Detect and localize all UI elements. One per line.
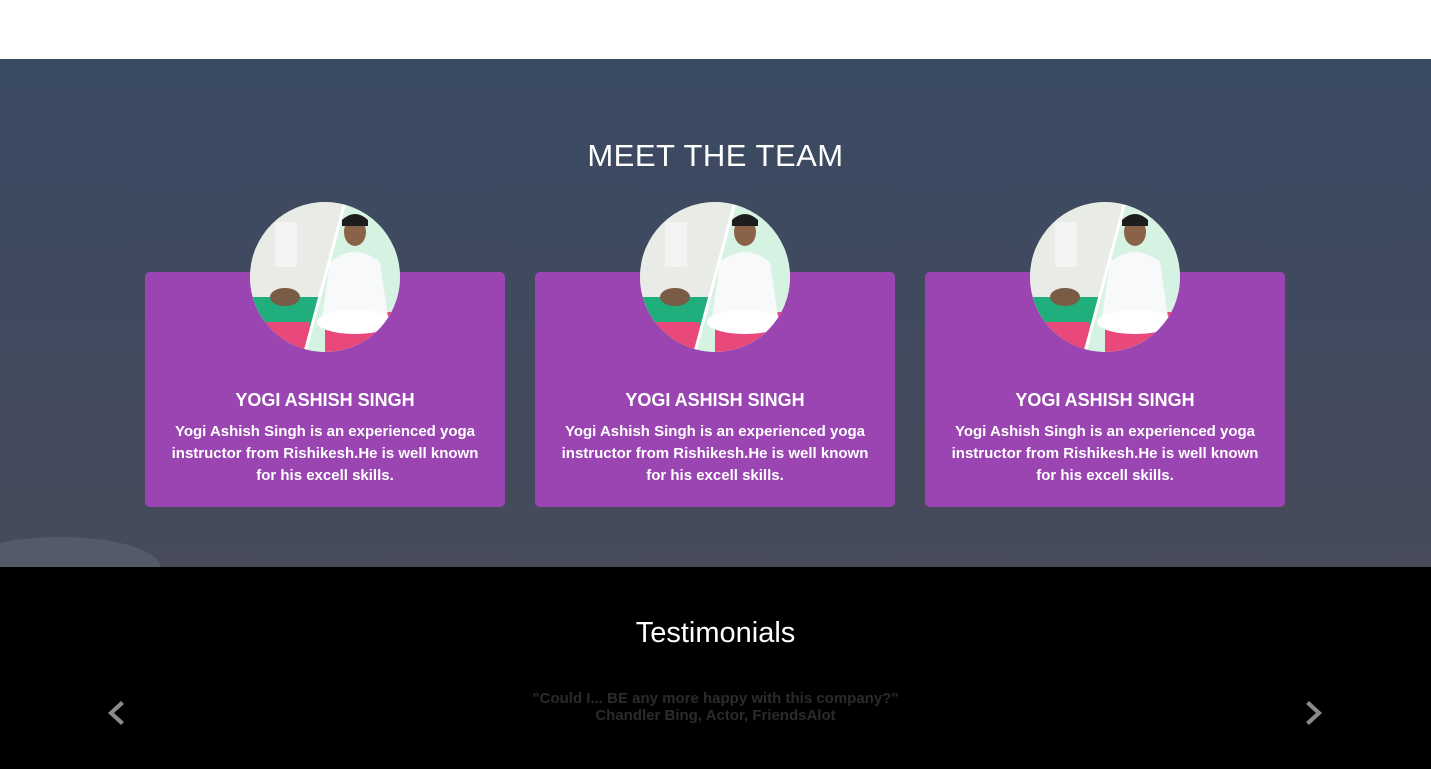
testimonial-author: Chandler Bing, Actor, FriendsAlot <box>595 707 836 724</box>
background-decoration <box>0 537 160 567</box>
meet-the-team-section: MEET THE TEAM YOGI ASHISH SINGH Yogi Ash… <box>0 59 1431 567</box>
chevron-right-icon <box>1306 701 1322 725</box>
team-member-photo <box>640 202 790 352</box>
team-member-photo <box>250 202 400 352</box>
team-member-bio: Yogi Ashish Singh is an experienced yoga… <box>951 423 1259 484</box>
team-member-card: YOGI ASHISH SINGH Yogi Ashish Singh is a… <box>925 202 1285 507</box>
team-member-photo <box>1030 202 1180 352</box>
testimonials-section: Testimonials "Could I... BE any more hap… <box>0 567 1431 769</box>
team-member-bio: Yogi Ashish Singh is an experienced yoga… <box>561 423 869 484</box>
team-member-name: YOGI ASHISH SINGH <box>235 390 415 410</box>
team-member-card: YOGI ASHISH SINGH Yogi Ashish Singh is a… <box>145 202 505 507</box>
team-member-card: YOGI ASHISH SINGH Yogi Ashish Singh is a… <box>535 202 895 507</box>
testimonial-quote: "Could I... BE any more happy with this … <box>532 690 899 707</box>
top-header-strip <box>0 0 1431 59</box>
carousel-next-button[interactable] <box>1303 698 1327 728</box>
team-member-name: YOGI ASHISH SINGH <box>625 390 805 410</box>
team-member-name: YOGI ASHISH SINGH <box>1015 390 1195 410</box>
team-member-bio: Yogi Ashish Singh is an experienced yoga… <box>171 423 479 484</box>
team-section-title: MEET THE TEAM <box>587 138 844 173</box>
testimonials-title: Testimonials <box>635 617 796 649</box>
